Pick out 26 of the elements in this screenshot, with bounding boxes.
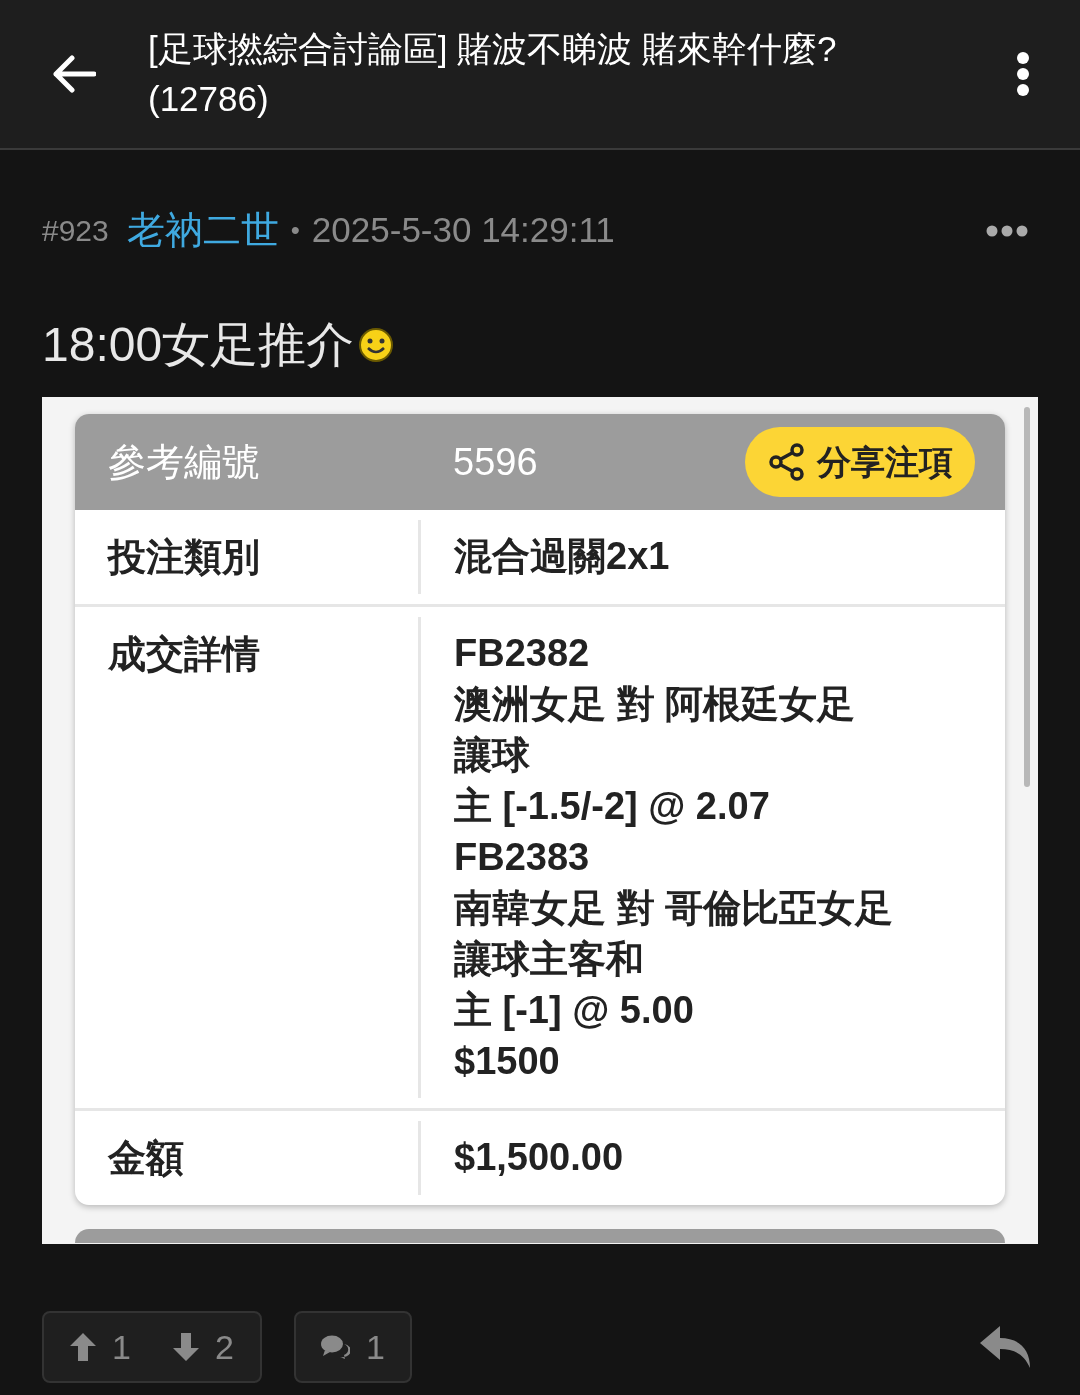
reference-label: 參考編號 — [108, 439, 261, 485]
author-name[interactable]: 老衲二世 — [126, 202, 279, 259]
field-label: 金額 — [108, 1137, 184, 1179]
post-time: 2025-5-30 14:29:11 — [311, 209, 615, 252]
field-value: $1,500.00 — [454, 1135, 624, 1180]
field-label: 成交詳情 — [108, 633, 260, 675]
field-value: FB2382 — [454, 631, 591, 676]
post-text: 18:00女足推介 — [42, 317, 355, 373]
field-value: $1500 — [454, 1039, 561, 1084]
upvote-button[interactable]: 1 — [70, 1321, 131, 1373]
field-value: FB2383 — [454, 835, 591, 880]
field-value: 主 [-1.5/-2] @ 2.07 — [454, 784, 771, 829]
downvote-button[interactable]: 2 — [172, 1321, 234, 1373]
field-value: 讓球主客和 — [454, 937, 645, 982]
field-value: 澳洲女足 對 阿根廷女足 — [454, 682, 857, 727]
separator-dot: • — [290, 214, 300, 247]
field-label: 投注類別 — [108, 536, 260, 578]
field-value: 主 [-1] @ 5.00 — [454, 988, 695, 1033]
thread-title: [足球撚綜合討論區] 賭波不睇波 賭來幹什麼? (12786) — [148, 28, 838, 120]
comments-button[interactable]: 1 — [294, 1311, 412, 1383]
post-number: #923 — [42, 213, 109, 249]
field-value: 混合過關2x1 — [454, 534, 670, 579]
field-value: 南韓女足 對 哥倫比亞女足 — [454, 886, 894, 931]
reference-number: 5596 — [453, 439, 538, 485]
share-button[interactable]: 分享注項 — [745, 427, 975, 497]
field-value: 讓球 — [454, 733, 531, 778]
